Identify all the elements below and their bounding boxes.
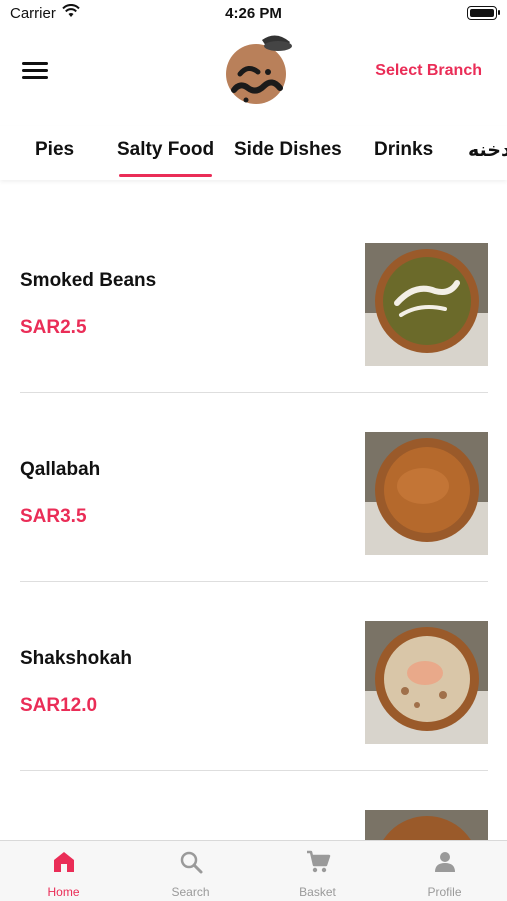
tabbar-basket[interactable]: Basket <box>254 841 381 901</box>
hamburger-menu-icon[interactable] <box>22 58 48 84</box>
menu-item-price: SAR3.5 <box>20 506 87 527</box>
dish-image <box>365 432 488 555</box>
tabbar-home-label: Home <box>47 885 80 899</box>
dish-image <box>365 810 488 840</box>
tabbar-basket-label: Basket <box>299 885 336 899</box>
search-icon <box>180 851 202 874</box>
menu-item-price: SAR2.5 <box>20 317 87 338</box>
home-icon <box>53 852 74 872</box>
tab-drinks[interactable]: Drinks <box>374 139 433 161</box>
tabbar-search-label: Search <box>171 885 210 899</box>
tabbar-profile-label: Profile <box>427 885 462 899</box>
restaurant-logo <box>226 35 292 104</box>
tab-dokhna[interactable]: دخنه <box>468 139 507 162</box>
divider <box>20 770 488 771</box>
menu-item[interactable]: Smoked Beans SAR2.5 <box>20 180 488 369</box>
dish-image <box>365 621 488 744</box>
clock: 4:26 PM <box>225 5 282 22</box>
menu-item[interactable]: Qallabah SAR3.5 <box>20 369 488 558</box>
menu-item-list[interactable]: Smoked Beans SAR2.5 Qallabah SAR3.5 Shak… <box>0 180 507 840</box>
tabbar-search[interactable]: Search <box>127 841 254 901</box>
tabbar-profile[interactable]: Profile <box>381 841 507 901</box>
category-tabs: Pies Salty Food Side Dishes Drinks دخنه <box>0 126 507 180</box>
menu-item-name: Qallabah <box>20 459 101 480</box>
cart-icon <box>306 850 330 873</box>
tab-side-dishes[interactable]: Side Dishes <box>234 139 342 161</box>
menu-item[interactable]: Shakshokah SAR12.0 <box>20 558 488 747</box>
status-bar: Carrier 4:26 PM <box>0 0 507 30</box>
select-branch-button[interactable]: Select Branch <box>375 62 482 80</box>
tab-salty-food[interactable]: Salty Food <box>117 139 214 161</box>
profile-icon <box>434 852 455 872</box>
battery-icon <box>467 6 500 20</box>
bottom-tab-bar: Home Search Basket Profile <box>0 840 507 901</box>
active-tab-indicator <box>119 174 212 177</box>
menu-item-price: SAR12.0 <box>20 695 98 716</box>
menu-item-name: Smoked Beans <box>20 270 157 291</box>
menu-item-name: Shakshokah <box>20 648 132 669</box>
tabbar-home[interactable]: Home <box>0 841 127 901</box>
app-header: Select Branch <box>0 30 507 120</box>
dish-image <box>365 243 488 366</box>
tab-pies[interactable]: Pies <box>35 139 74 161</box>
